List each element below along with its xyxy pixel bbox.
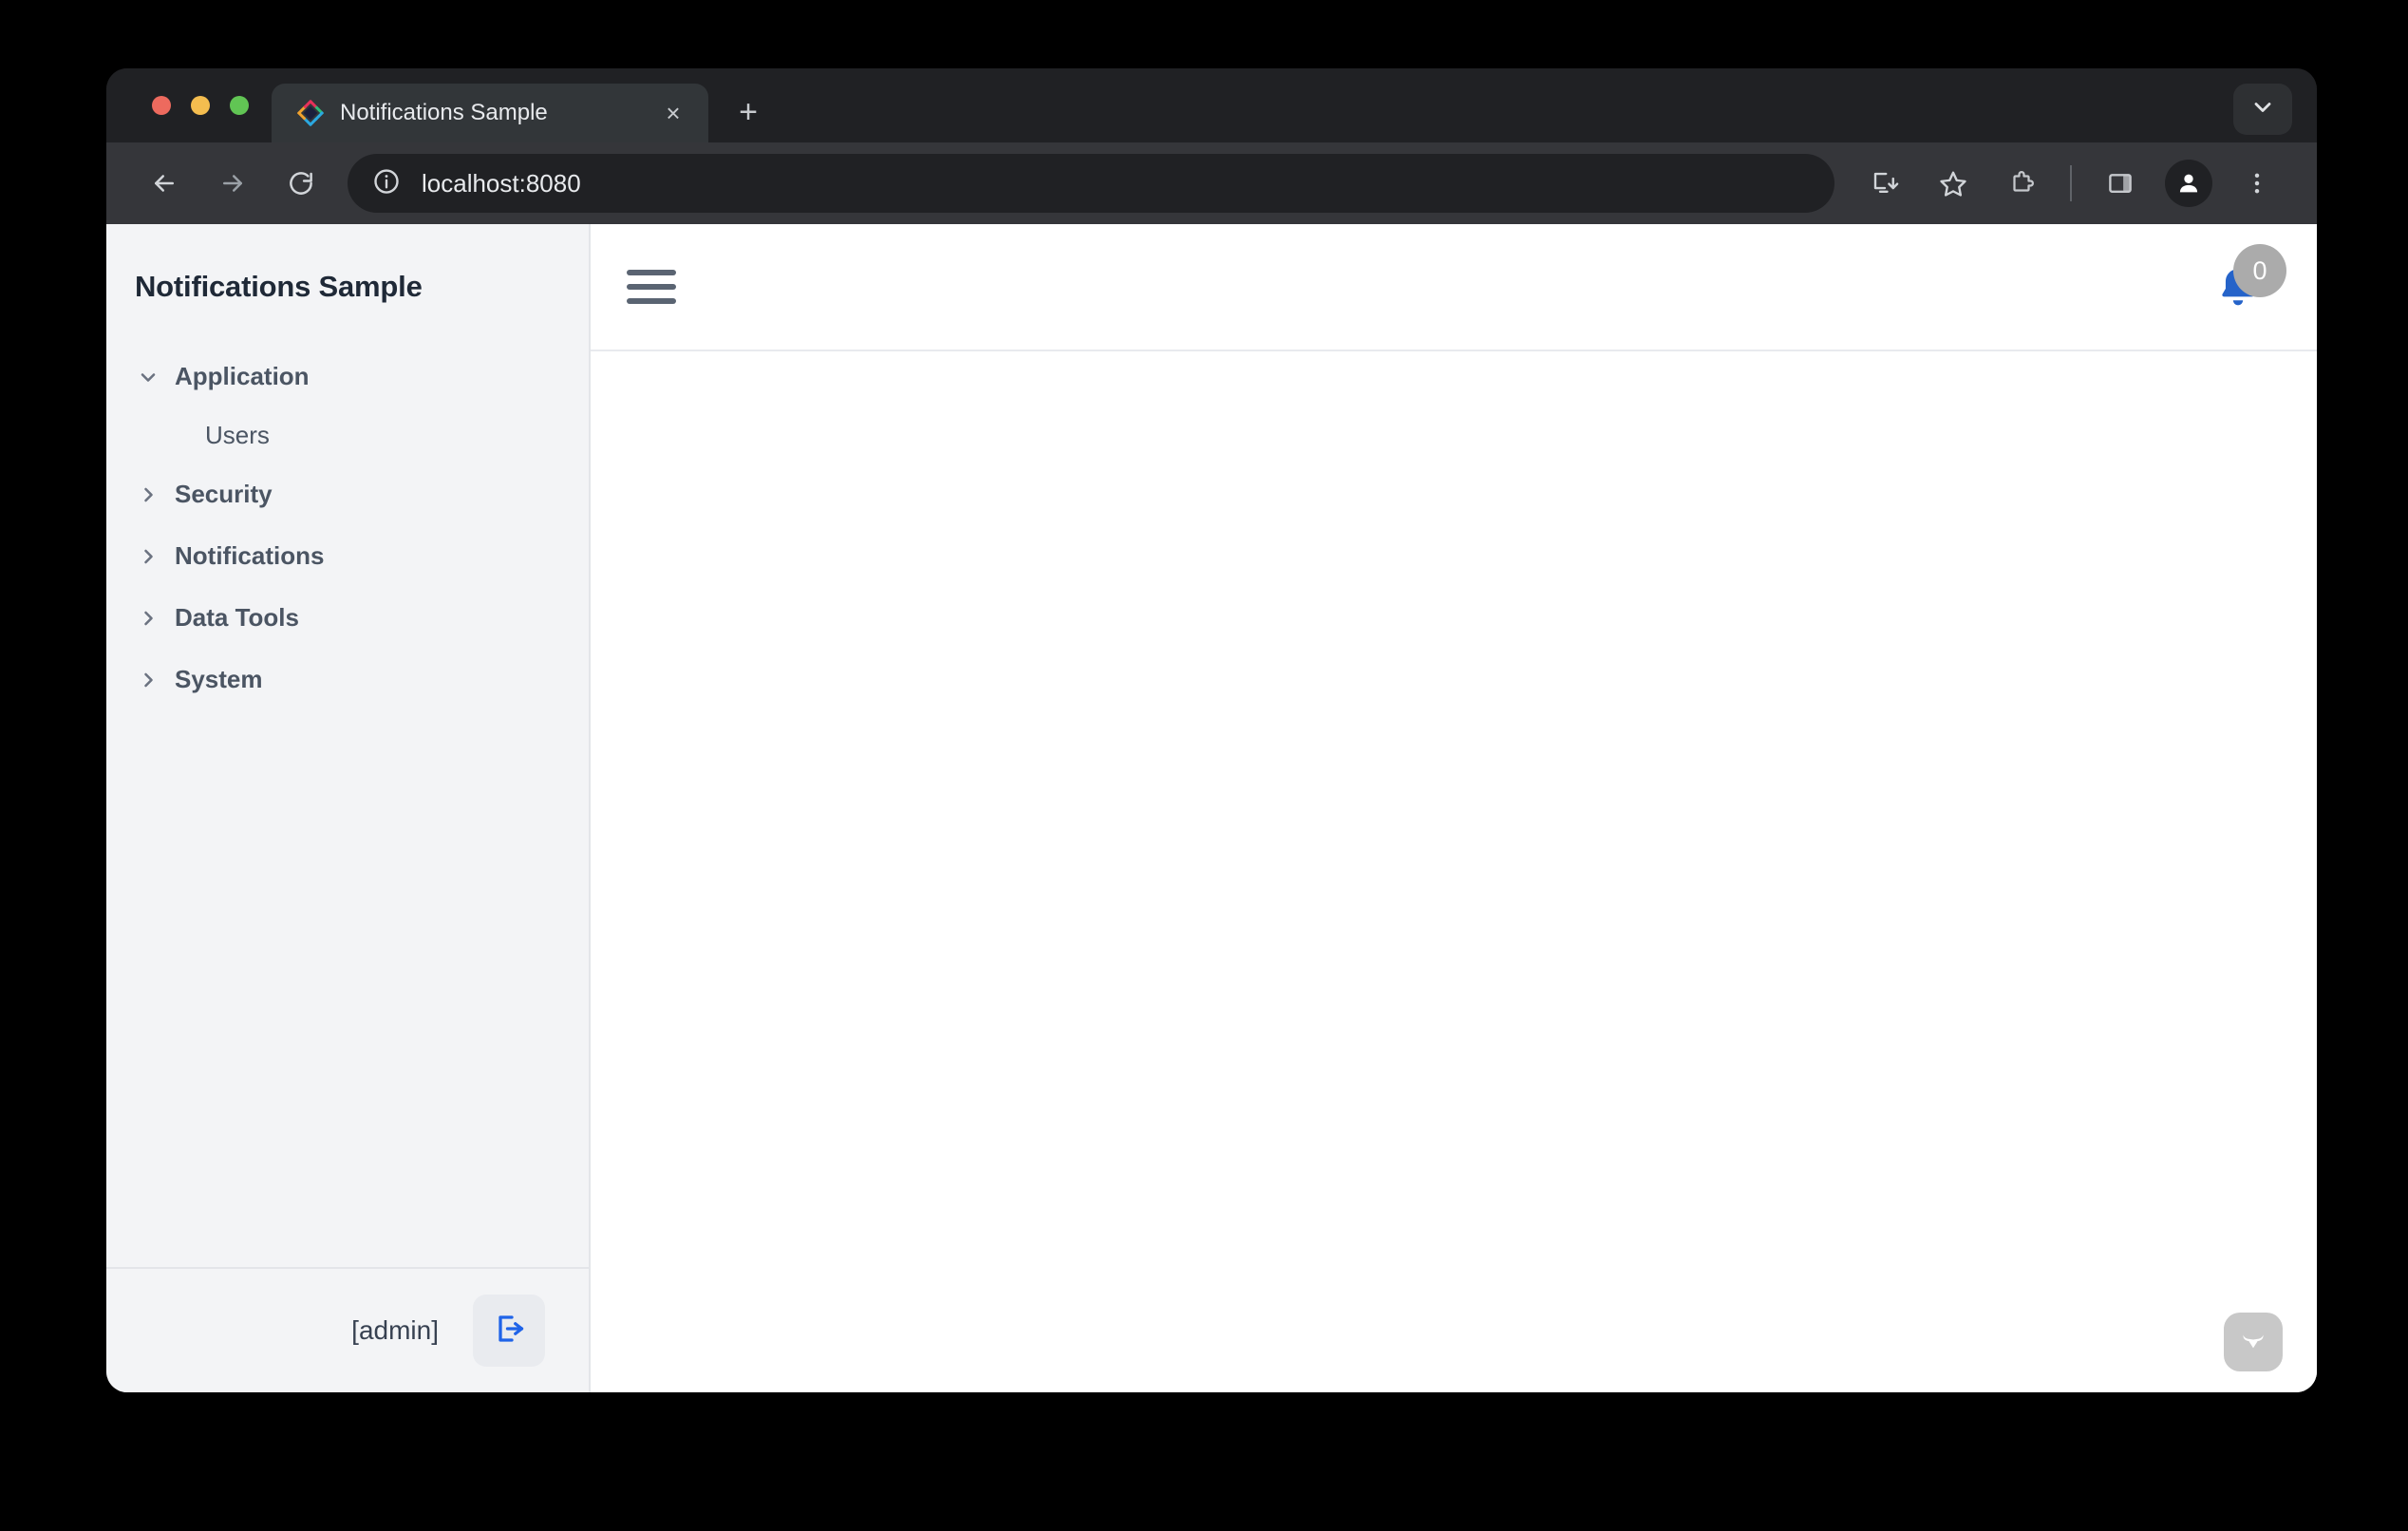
hamburger-bar	[627, 284, 676, 290]
window-traffic-lights	[106, 68, 272, 142]
browser-window: Notifications Sample × + localhost:8080 …	[106, 68, 2317, 1392]
bookmark-star-icon[interactable]	[1922, 152, 1985, 215]
logout-icon	[492, 1312, 526, 1351]
close-window-button[interactable]	[152, 96, 171, 115]
browser-tab[interactable]: Notifications Sample ×	[272, 84, 708, 142]
address-bar[interactable]: localhost:8080	[348, 154, 1834, 213]
profile-avatar[interactable]	[2165, 160, 2212, 207]
forward-button[interactable]	[201, 152, 264, 215]
minimize-window-button[interactable]	[191, 96, 210, 115]
notifications-count-badge: 0	[2233, 244, 2286, 297]
sidebar-group-label: Data Tools	[175, 603, 299, 632]
sidebar-group-label: Notifications	[175, 541, 325, 570]
app-header: 0	[591, 224, 2317, 351]
reload-button[interactable]	[270, 152, 332, 215]
extensions-puzzle-icon[interactable]	[1990, 152, 2053, 215]
app-content-area	[591, 351, 2317, 1392]
sidebar-navigation: Application Users Security Notifications…	[106, 304, 589, 1267]
bull-horns-logo-icon[interactable]	[2224, 1313, 2283, 1371]
maximize-window-button[interactable]	[230, 96, 249, 115]
hamburger-bar	[627, 270, 676, 275]
notifications-button[interactable]: 0	[2203, 244, 2286, 322]
sidebar-group-label: Security	[175, 480, 273, 508]
sidebar-group-data-tools[interactable]: Data Tools	[106, 587, 589, 649]
chevron-right-icon	[137, 669, 160, 691]
sidebar-group-notifications[interactable]: Notifications	[106, 525, 589, 587]
url-text[interactable]: localhost:8080	[422, 169, 581, 198]
info-circle-icon[interactable]	[372, 167, 401, 200]
tab-strip: Notifications Sample × +	[106, 68, 2317, 142]
browser-toolbar: localhost:8080	[106, 142, 2317, 224]
chevron-down-icon	[137, 366, 160, 388]
logout-button[interactable]	[473, 1295, 545, 1367]
back-button[interactable]	[133, 152, 196, 215]
page-viewport: Notifications Sample Application Users S…	[106, 224, 2317, 1392]
tab-title: Notifications Sample	[340, 100, 548, 125]
sidebar-group-label: Application	[175, 362, 310, 390]
new-tab-button[interactable]: +	[722, 85, 775, 139]
side-panel-icon[interactable]	[2089, 152, 2152, 215]
sidebar-footer: [admin]	[106, 1267, 589, 1392]
hamburger-bar	[627, 298, 676, 304]
chevron-right-icon	[137, 545, 160, 568]
diamond-logo-favicon	[296, 99, 325, 127]
app-brand-title: Notifications Sample	[135, 270, 423, 303]
chevron-down-icon	[2249, 94, 2276, 125]
hamburger-menu-icon[interactable]	[627, 262, 676, 312]
sidebar-group-security[interactable]: Security	[106, 463, 589, 525]
sidebar-group-system[interactable]: System	[106, 649, 589, 710]
toolbar-divider	[2070, 165, 2072, 201]
app-sidebar: Notifications Sample Application Users S…	[106, 224, 591, 1392]
current-user-label: [admin]	[351, 1315, 439, 1345]
sidebar-item-users[interactable]: Users	[106, 407, 589, 463]
app-main: 0	[591, 224, 2317, 1392]
tab-search-button[interactable]	[2233, 84, 2292, 135]
install-app-icon[interactable]	[1853, 152, 1916, 215]
chevron-right-icon	[137, 483, 160, 506]
close-icon[interactable]: ×	[655, 95, 691, 131]
chevron-right-icon	[137, 607, 160, 630]
sidebar-group-application[interactable]: Application	[106, 346, 589, 407]
three-dot-menu-icon[interactable]	[2226, 152, 2288, 215]
sidebar-group-label: System	[175, 665, 263, 693]
